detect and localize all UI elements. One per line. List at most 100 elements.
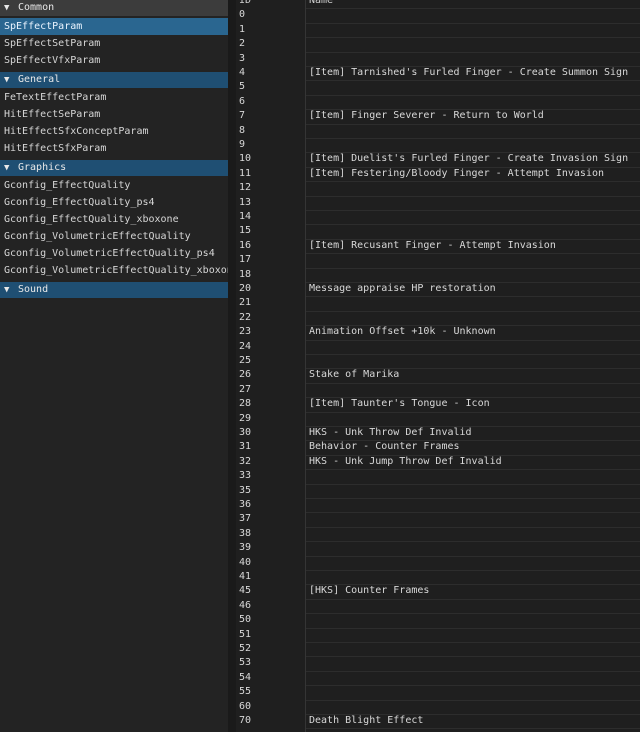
table-row[interactable]: 30 HKS - Unk Throw Def Invalid: [236, 426, 640, 440]
param-item[interactable]: HitEffectSfxConceptParam: [0, 123, 228, 140]
param-item[interactable]: Gconfig_VolumetricEffectQuality_xboxone: [0, 262, 228, 279]
category-header-graphics[interactable]: ▼ Graphics: [0, 160, 228, 176]
table-row[interactable]: 22: [236, 311, 640, 325]
table-row[interactable]: 8: [236, 124, 640, 138]
table-row[interactable]: 29: [236, 412, 640, 426]
category-label: General: [18, 74, 61, 85]
table-row[interactable]: 12: [236, 181, 640, 195]
table-row[interactable]: 2: [236, 37, 640, 51]
table-row[interactable]: 23 Animation Offset +10k - Unknown: [236, 325, 640, 339]
param-item[interactable]: Gconfig_VolumetricEffectQuality: [0, 228, 228, 245]
table-row[interactable]: 40: [236, 556, 640, 570]
param-item[interactable]: SpEffectVfxParam: [0, 52, 228, 69]
table-row[interactable]: 13: [236, 196, 640, 210]
row-id: 40: [239, 556, 252, 568]
row-name: HKS - Unk Throw Def Invalid: [309, 427, 472, 438]
row-id: 20: [239, 283, 252, 294]
category-items-graphics: Gconfig_EffectQuality Gconfig_EffectQuali…: [0, 176, 228, 279]
row-name: [HKS] Counter Frames: [309, 585, 430, 597]
row-name: [Item] Taunter's Tongue - Icon: [309, 398, 490, 410]
row-id: 12: [239, 182, 252, 194]
table-row[interactable]: 3: [236, 52, 640, 66]
table-row[interactable]: 51: [236, 628, 640, 642]
table-row[interactable]: 52: [236, 642, 640, 656]
table-row[interactable]: 45 [HKS] Counter Frames: [236, 584, 640, 598]
table-row[interactable]: 17: [236, 253, 640, 267]
table-row[interactable]: 25: [236, 354, 640, 368]
table-row[interactable]: 41: [236, 570, 640, 584]
table-row[interactable]: 10 [Item] Duelist's Furled Finger - Creat…: [236, 152, 640, 166]
param-item[interactable]: HitEffectSeParam: [0, 106, 228, 123]
table-row[interactable]: 20 Message appraise HP restoration: [236, 282, 640, 296]
row-id: 15: [239, 225, 252, 237]
table-row[interactable]: 0: [236, 8, 640, 22]
table-row[interactable]: 26 Stake of Marika: [236, 368, 640, 382]
grid-header-row: ID Name: [236, 0, 640, 8]
row-id: 24: [239, 340, 252, 352]
table-row[interactable]: 16 [Item] Recusant Finger - Attempt Invas…: [236, 239, 640, 253]
table-row[interactable]: 36: [236, 498, 640, 512]
table-row[interactable]: 31 Behavior - Counter Frames: [236, 440, 640, 454]
table-row[interactable]: 50: [236, 613, 640, 627]
row-id: 53: [239, 657, 252, 669]
param-item[interactable]: SpEffectParam: [0, 18, 228, 35]
table-row[interactable]: 21: [236, 296, 640, 310]
table-row[interactable]: 35: [236, 484, 640, 498]
param-item[interactable]: SpEffectSetParam: [0, 35, 228, 52]
table-row[interactable]: 1: [236, 23, 640, 37]
table-row[interactable]: 37: [236, 512, 640, 526]
row-name: Message appraise HP restoration: [309, 283, 496, 294]
row-id: 13: [239, 196, 252, 208]
table-row[interactable]: 53: [236, 656, 640, 670]
param-item[interactable]: Gconfig_EffectQuality_xboxone: [0, 211, 228, 228]
param-item[interactable]: Gconfig_VolumetricEffectQuality_ps4: [0, 245, 228, 262]
row-id: 30: [239, 427, 252, 438]
category-label: Common: [18, 2, 55, 13]
table-row[interactable]: 55: [236, 685, 640, 699]
table-row[interactable]: 39: [236, 541, 640, 555]
row-id: 2: [239, 38, 246, 50]
table-row[interactable]: 38: [236, 527, 640, 541]
table-row[interactable]: 32 HKS - Unk Jump Throw Def Invalid: [236, 455, 640, 469]
row-id: 21: [239, 297, 252, 309]
table-row[interactable]: 54: [236, 671, 640, 685]
row-id: 11: [239, 167, 252, 179]
table-row[interactable]: 14: [236, 210, 640, 224]
category-header-common[interactable]: ▼ Common: [0, 0, 228, 16]
table-row[interactable]: 27: [236, 383, 640, 397]
table-row[interactable]: 18: [236, 268, 640, 282]
table-row[interactable]: 15: [236, 224, 640, 238]
table-row[interactable]: 70 Death Blight Effect: [236, 714, 640, 728]
table-row[interactable]: 5: [236, 80, 640, 94]
row-id: 26: [239, 369, 252, 381]
row-name: [Item] Festering/Bloody Finger - Attempt…: [309, 167, 605, 179]
category-header-sound[interactable]: ▼ Sound: [0, 282, 228, 298]
triangle-down-icon: ▼: [4, 75, 10, 85]
row-separator: [306, 728, 640, 730]
param-item[interactable]: HitEffectSfxParam: [0, 140, 228, 157]
table-row[interactable]: 33: [236, 469, 640, 483]
row-id: 52: [239, 643, 252, 654]
row-id: 3: [239, 52, 246, 64]
category-items-general: FeTextEffectParam HitEffectSeParam HitEffe…: [0, 88, 228, 157]
category-header-general[interactable]: ▼ General: [0, 72, 228, 88]
row-name: [Item] Recusant Finger - Attempt Invasio…: [309, 239, 556, 251]
table-row[interactable]: 6: [236, 95, 640, 109]
param-item[interactable]: Gconfig_EffectQuality_ps4: [0, 194, 228, 211]
panel-splitter[interactable]: [228, 0, 236, 732]
row-id: 1: [239, 23, 246, 35]
table-row[interactable]: 60: [236, 700, 640, 714]
category-label: Sound: [18, 284, 49, 295]
param-item[interactable]: FeTextEffectParam: [0, 89, 228, 106]
param-item[interactable]: Gconfig_EffectQuality: [0, 177, 228, 194]
param-list-panel: ▼ Common SpEffectParam SpEffectSetParam SpEf…: [0, 0, 228, 732]
table-row[interactable]: 9: [236, 138, 640, 152]
row-grid: ID Name 0 1 2 3 4 [Item] Tarnished's Furled Fin…: [236, 0, 640, 732]
table-row[interactable]: 11 [Item] Festering/Bloody Finger - Attem…: [236, 167, 640, 181]
table-row[interactable]: 46: [236, 599, 640, 613]
table-row[interactable]: 7 [Item] Finger Severer - Return to World: [236, 109, 640, 123]
table-row[interactable]: 28 [Item] Taunter's Tongue - Icon: [236, 397, 640, 411]
row-id: 4: [239, 67, 246, 78]
table-row[interactable]: 24: [236, 340, 640, 354]
table-row[interactable]: 4 [Item] Tarnished's Furled Finger - Crea…: [236, 66, 640, 80]
